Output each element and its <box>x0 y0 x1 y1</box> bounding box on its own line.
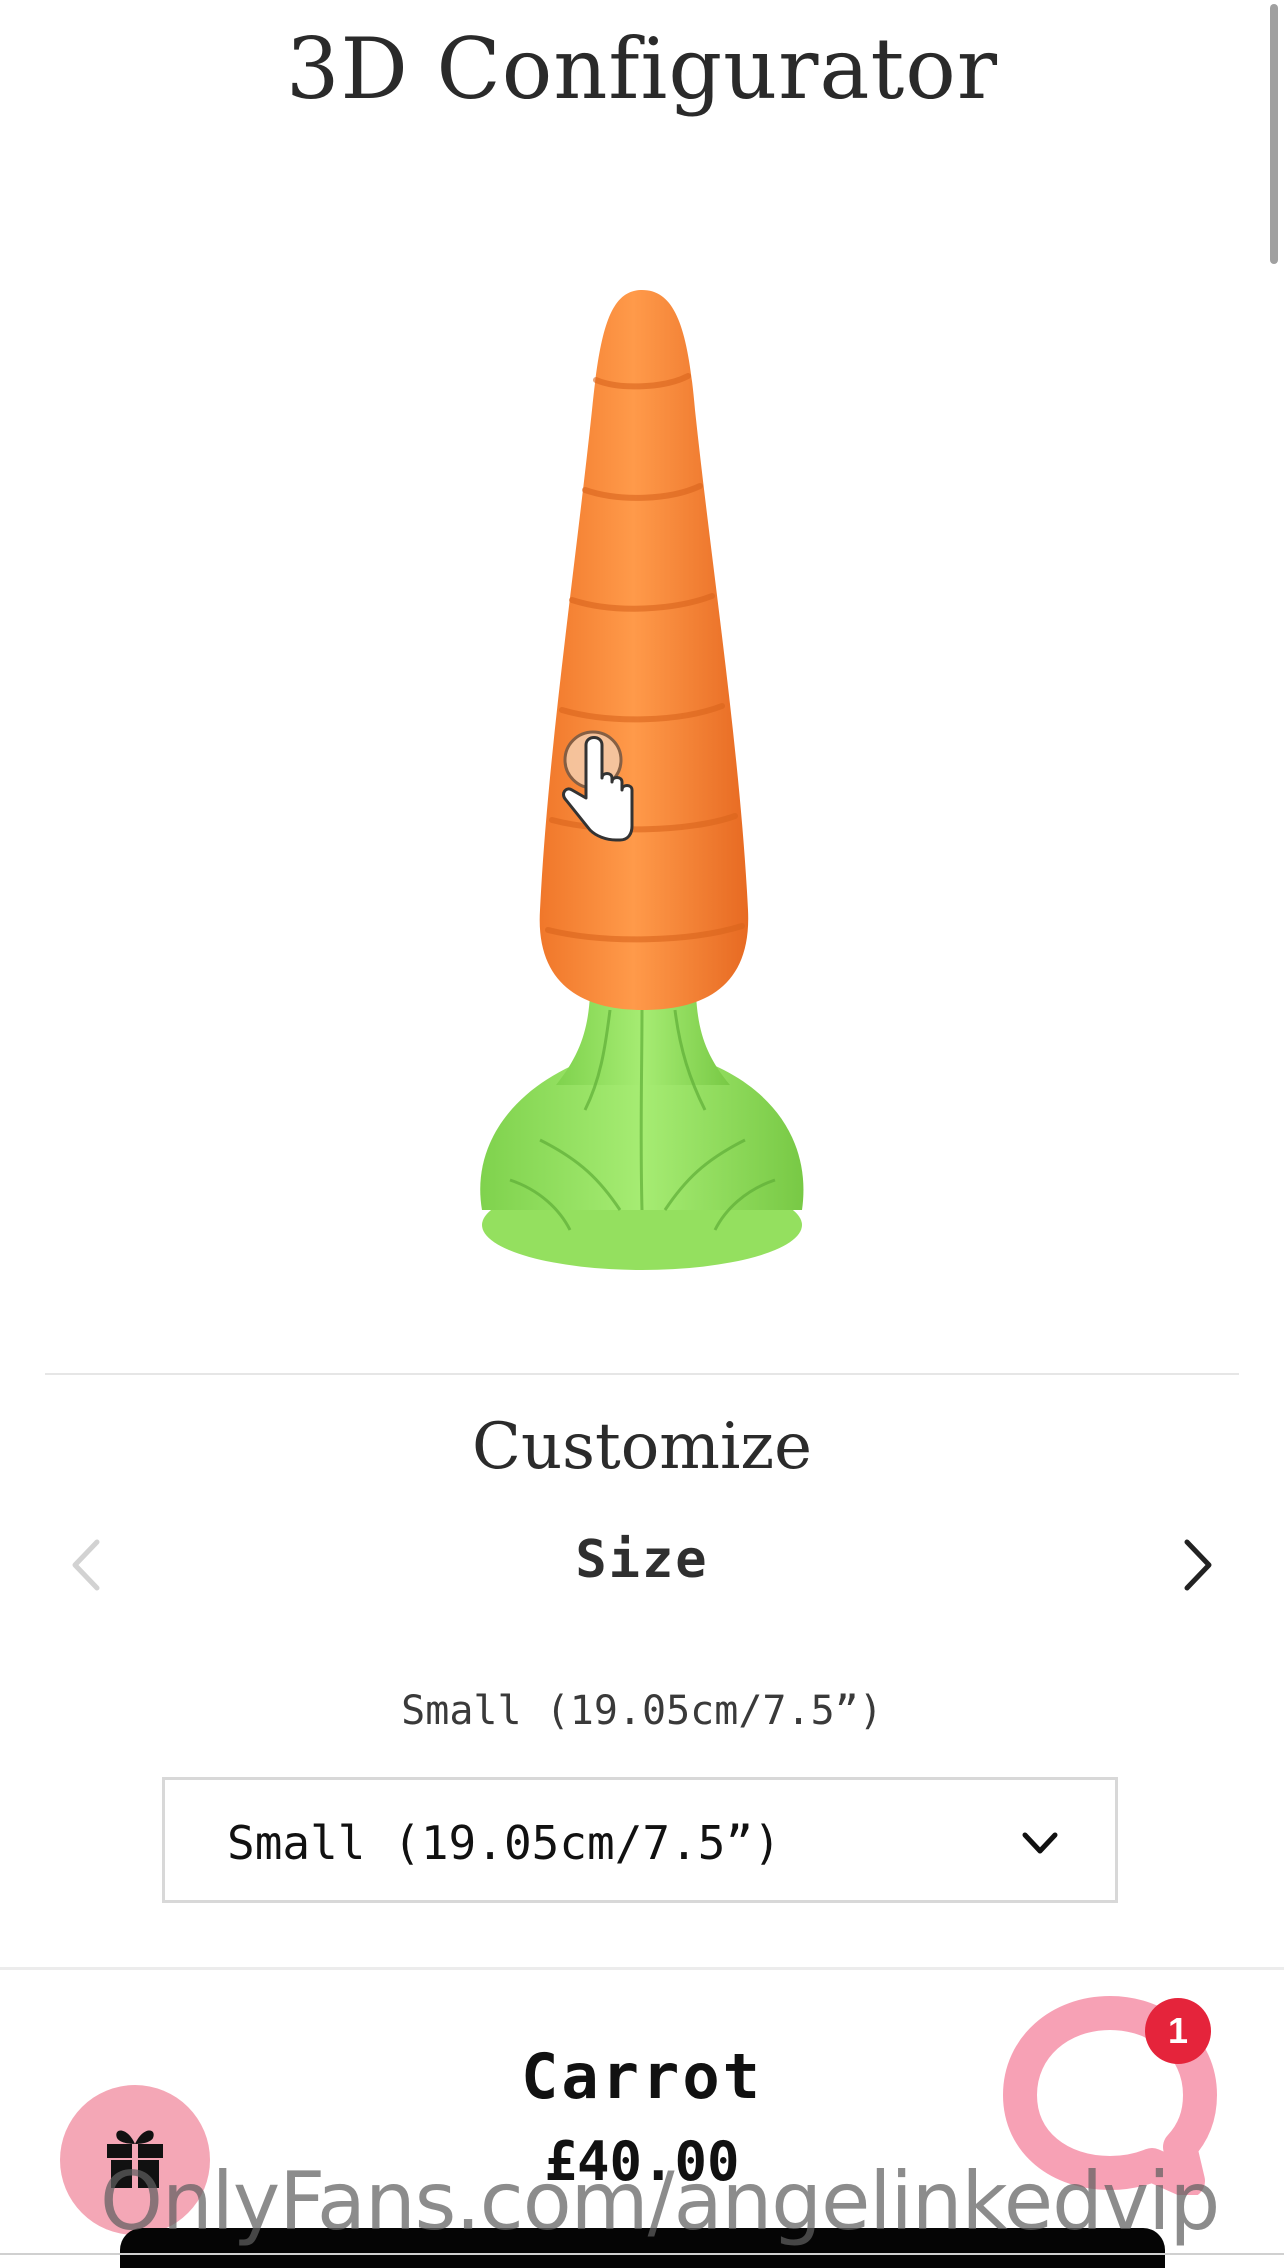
page-title: 3D Configurator <box>286 20 998 118</box>
carrot-model[interactable] <box>0 150 1284 1350</box>
option-name: Size <box>575 1530 709 1590</box>
gift-icon <box>107 2130 163 2188</box>
option-navigator: Size <box>0 1510 1284 1620</box>
size-select[interactable]: Small (19.05cm/7.5”) <box>162 1777 1118 1903</box>
selected-size-label: Small (19.05cm/7.5”) <box>401 1688 883 1734</box>
section-divider <box>45 1373 1239 1375</box>
size-select-value: Small (19.05cm/7.5”) <box>227 1816 781 1870</box>
customize-title: Customize <box>471 1410 813 1484</box>
add-to-cart-bar[interactable] <box>120 2228 1165 2268</box>
chevron-down-icon <box>1015 1818 1065 1868</box>
chat-notification-badge: 1 <box>1145 1998 1211 2064</box>
gift-button[interactable] <box>60 2085 210 2235</box>
section-divider <box>0 1967 1284 1970</box>
chevron-right-icon[interactable] <box>1159 1530 1229 1600</box>
3d-model-viewer[interactable] <box>0 150 1284 1350</box>
bottom-divider <box>0 2253 1284 2255</box>
